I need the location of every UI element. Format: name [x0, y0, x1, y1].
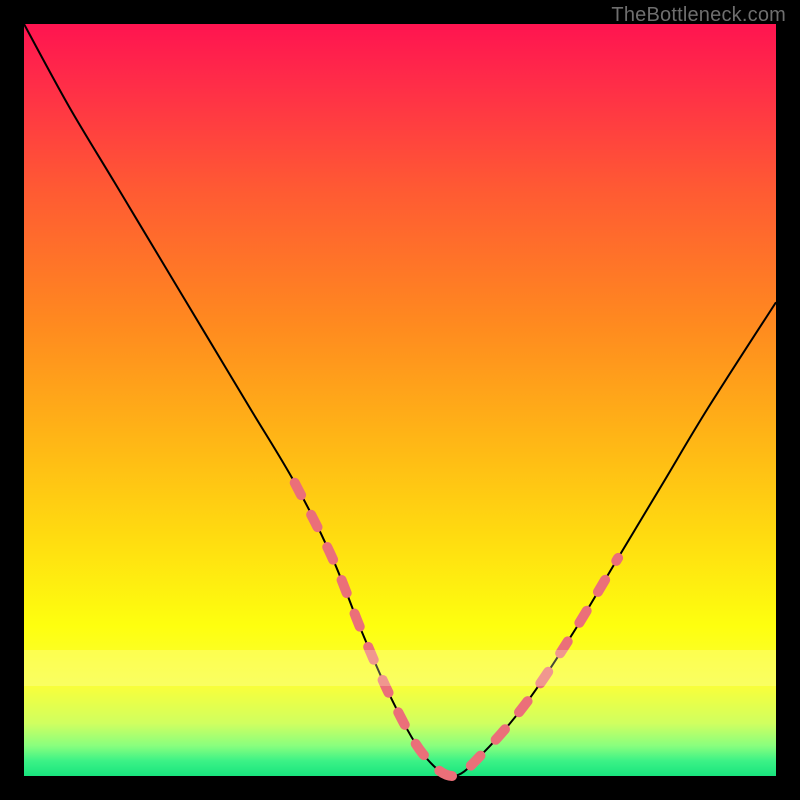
main-curve [24, 24, 776, 776]
plot-area [24, 24, 776, 776]
highlight-dashes [295, 483, 618, 776]
chart-svg [24, 24, 776, 776]
bottleneck-chart: TheBottleneck.com [0, 0, 800, 800]
